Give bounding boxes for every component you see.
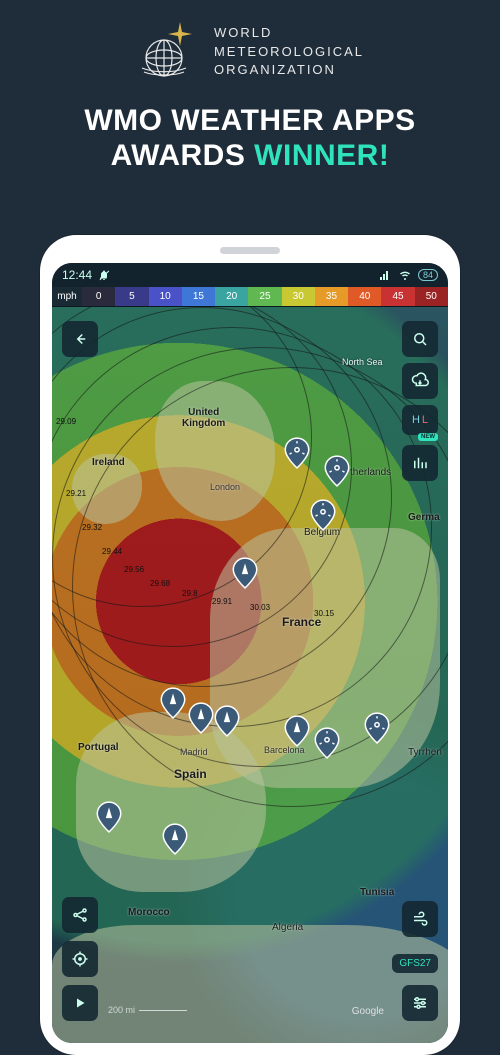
isobar-label: 29.68 (148, 579, 172, 588)
spot-marker[interactable] (232, 557, 258, 589)
legend-tick: 0 (82, 287, 115, 306)
spot-marker[interactable] (214, 705, 240, 737)
isobar-label: 29.09 (54, 417, 78, 426)
spot-marker[interactable] (188, 702, 214, 734)
share-button[interactable] (62, 897, 98, 933)
new-badge: NEW (418, 433, 438, 441)
app-screen: 12:44 84 mph 0 5 10 15 20 25 30 35 40 45… (52, 263, 448, 1043)
model-selector[interactable]: GFS27 (392, 954, 438, 973)
spot-marker[interactable] (96, 801, 122, 833)
sea-label: North Sea (342, 357, 383, 367)
isobar-label: 29.32 (80, 523, 104, 532)
sea-label: Tyrrhen (408, 747, 442, 758)
city-label: London (210, 482, 240, 492)
stats-button[interactable] (402, 445, 438, 481)
spot-marker[interactable] (162, 823, 188, 855)
weather-map[interactable]: 29.09 29.21 29.32 29.44 29.56 29.68 29.8… (52, 307, 448, 1043)
legend-tick: 50 (415, 287, 448, 306)
country-label: Spain (174, 767, 207, 781)
country-label: France (282, 615, 321, 629)
country-label: Ireland (92, 457, 125, 468)
spot-marker[interactable] (160, 687, 186, 719)
bell-off-icon (98, 269, 110, 281)
map-attribution: Google (352, 1006, 384, 1017)
legend-tick: 45 (381, 287, 414, 306)
wmo-org-name: WORLD METEOROLOGICAL ORGANIZATION (214, 24, 364, 81)
status-bar: 12:44 84 (52, 263, 448, 287)
battery-level: 84 (418, 269, 438, 281)
locate-button[interactable] (62, 941, 98, 977)
spot-marker[interactable] (314, 727, 340, 759)
legend-tick: 15 (182, 287, 215, 306)
isobar-label: 29.56 (122, 565, 146, 574)
country-label: Tunisia (360, 887, 394, 898)
legend-tick: 25 (248, 287, 281, 306)
signal-icon (378, 269, 392, 281)
map-scale: 200 mi (108, 1005, 187, 1015)
country-label: Algeria (272, 922, 303, 933)
isobar-label: 29.44 (100, 547, 124, 556)
country-label: Morocco (128, 907, 170, 918)
city-label: Madrid (180, 747, 208, 757)
spot-marker[interactable] (284, 715, 310, 747)
wind-speed-legend: mph 0 5 10 15 20 25 30 35 40 45 50 (52, 287, 448, 307)
legend-tick: 30 (282, 287, 315, 306)
spot-marker[interactable] (324, 455, 350, 487)
legend-tick: 20 (215, 287, 248, 306)
wind-layer-button[interactable] (402, 901, 438, 937)
status-time: 12:44 (62, 268, 92, 282)
country-label: therlands (350, 467, 391, 478)
headline: WMO WEATHER APPS AWARDS WINNER! (30, 104, 470, 173)
isobar-label: 29.8 (180, 589, 200, 598)
spot-marker[interactable] (310, 499, 336, 531)
legend-unit: mph (52, 287, 82, 306)
wmo-logo: WORLD METEOROLOGICAL ORGANIZATION (30, 20, 470, 84)
country-label: Portugal (78, 742, 119, 753)
legend-tick: 5 (115, 287, 148, 306)
search-button[interactable] (402, 321, 438, 357)
back-button[interactable] (62, 321, 98, 357)
phone-frame: 12:44 84 mph 0 5 10 15 20 25 30 35 40 45… (40, 235, 460, 1055)
wmo-emblem-icon (136, 20, 200, 84)
isobar-label: 29.91 (210, 597, 234, 606)
offline-download-button[interactable] (402, 363, 438, 399)
isobar-label: 29.21 (64, 489, 88, 498)
legend-tick: 35 (315, 287, 348, 306)
spot-marker[interactable] (364, 712, 390, 744)
spot-marker[interactable] (284, 437, 310, 469)
play-button[interactable] (62, 985, 98, 1021)
isobar-label: 30.03 (248, 603, 272, 612)
settings-button[interactable] (402, 985, 438, 1021)
country-label: Germa (408, 512, 440, 523)
pressure-hl-button[interactable]: HL (402, 405, 438, 435)
country-label: United Kingdom (182, 407, 225, 429)
wifi-icon (398, 269, 412, 281)
legend-tick: 40 (348, 287, 381, 306)
legend-tick: 10 (149, 287, 182, 306)
